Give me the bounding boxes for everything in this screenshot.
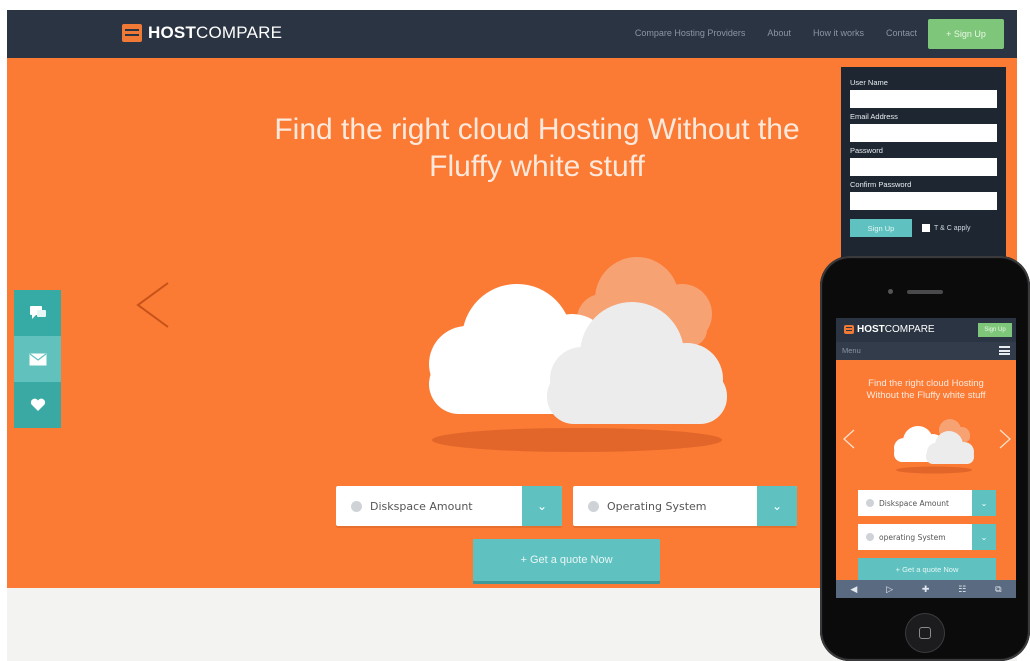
- mobile-navbar: HOSTCOMPARE Sign Up: [836, 318, 1016, 342]
- signup-actions: Sign Up T & C apply: [850, 219, 997, 237]
- mobile-diskspace-select[interactable]: Diskspace Amount ⌄: [858, 490, 996, 516]
- mobile-hero-title: Find the right cloud Hosting Without the…: [841, 378, 1011, 402]
- mobile-os-select[interactable]: operating System ⌄: [858, 524, 996, 550]
- home-square-icon: [919, 627, 931, 639]
- mail-icon: [29, 353, 46, 365]
- disk-icon: [351, 500, 362, 512]
- email-field[interactable]: [850, 124, 997, 142]
- nav-compare-hosting[interactable]: Compare Hosting Providers: [635, 28, 746, 38]
- mobile-screen: HOSTCOMPARE Sign Up Menu Find the right …: [836, 318, 1016, 598]
- signup-button[interactable]: + Sign Up: [928, 19, 1004, 49]
- mobile-hero-title-line-1: Find the right cloud Hosting: [868, 378, 984, 389]
- confirm-password-field[interactable]: [850, 192, 997, 210]
- brand-logo[interactable]: HOSTCOMPARE: [122, 23, 282, 43]
- mobile-os-label: operating System: [879, 532, 946, 542]
- hero-title-line-1: Find the right cloud Hosting Without the: [274, 113, 800, 146]
- diskspace-select-label: Diskspace Amount: [370, 499, 473, 513]
- mobile-hero-title-line-2: Without the Fluffy white stuff: [866, 390, 986, 401]
- chat-icon: [29, 306, 46, 319]
- terms-checkbox[interactable]: [922, 224, 930, 232]
- confirm-password-label: Confirm Password: [850, 180, 912, 189]
- social-mail[interactable]: [14, 336, 61, 382]
- password-label: Password: [850, 146, 883, 155]
- chevron-left-icon[interactable]: [842, 428, 856, 450]
- signup-dropdown: User Name Email Address Password Confirm…: [841, 67, 1006, 267]
- terms-label: T & C apply: [934, 224, 971, 232]
- tabs-icon[interactable]: ⧉: [995, 584, 1001, 595]
- get-quote-button[interactable]: + Get a quote Now: [473, 539, 660, 581]
- chevron-left-icon[interactable]: [132, 280, 172, 330]
- server-icon: [844, 325, 854, 334]
- brand-name: HOSTCOMPARE: [148, 23, 283, 42]
- social-favorite[interactable]: [14, 382, 61, 428]
- nav-links: Compare Hosting Providers About How it w…: [635, 28, 917, 38]
- password-field[interactable]: [850, 158, 997, 176]
- forward-icon[interactable]: ▷: [886, 584, 893, 595]
- bookmarks-icon[interactable]: ☷: [958, 584, 966, 595]
- email-label: Email Address: [850, 112, 898, 121]
- browser-toolbar: ◀ ▷ ✚ ☷ ⧉: [836, 580, 1016, 598]
- os-select[interactable]: Operating System ⌄: [573, 486, 797, 526]
- heart-icon: [30, 398, 45, 411]
- social-chat[interactable]: [14, 290, 61, 336]
- mobile-signup-button[interactable]: Sign Up: [978, 323, 1012, 337]
- cloud-illustration: [429, 257, 727, 452]
- nav-about[interactable]: About: [767, 28, 791, 38]
- add-icon[interactable]: ✚: [922, 584, 930, 595]
- username-field[interactable]: [850, 90, 997, 108]
- mobile-brand-logo[interactable]: HOSTCOMPARE: [844, 324, 935, 335]
- disk-icon: [866, 499, 874, 507]
- social-sidebar: [14, 290, 61, 428]
- chevron-down-icon[interactable]: ⌄: [972, 524, 996, 550]
- nav-how-it-works[interactable]: How it works: [813, 28, 864, 38]
- home-button[interactable]: [905, 613, 945, 653]
- phone-mockup: HOSTCOMPARE Sign Up Menu Find the right …: [820, 256, 1030, 661]
- hero-title-line-2: Fluffy white stuff: [429, 150, 645, 183]
- os-icon: [588, 500, 599, 512]
- top-navbar: HOSTCOMPARE Compare Hosting Providers Ab…: [7, 10, 1017, 58]
- server-icon: [122, 24, 142, 42]
- phone-camera: [888, 289, 893, 294]
- nav-contact[interactable]: Contact: [886, 28, 917, 38]
- mobile-menu-bar: Menu: [836, 342, 1016, 360]
- chevron-down-icon[interactable]: ⌄: [757, 486, 797, 526]
- signup-submit-button[interactable]: Sign Up: [850, 219, 912, 237]
- hamburger-icon[interactable]: [999, 346, 1010, 355]
- chevron-down-icon[interactable]: ⌄: [972, 490, 996, 516]
- mobile-brand-name: HOSTCOMPARE: [857, 324, 935, 335]
- hero-title: Find the right cloud Hosting Without the…: [237, 111, 837, 185]
- diskspace-select[interactable]: Diskspace Amount ⌄: [336, 486, 562, 526]
- phone-speaker: [907, 290, 943, 294]
- os-select-label: Operating System: [607, 499, 707, 513]
- chevron-right-icon[interactable]: [998, 428, 1012, 450]
- mobile-cloud-illustration: [894, 419, 974, 474]
- mobile-get-quote-button[interactable]: + Get a quote Now: [858, 558, 996, 580]
- chevron-down-icon[interactable]: ⌄: [522, 486, 562, 526]
- mobile-diskspace-label: Diskspace Amount: [879, 498, 949, 508]
- username-label: User Name: [850, 78, 888, 87]
- back-icon[interactable]: ◀: [850, 584, 857, 595]
- screenshot-stage: HOSTCOMPARE Compare Hosting Providers Ab…: [0, 0, 1030, 661]
- mobile-menu-label: Menu: [842, 346, 861, 355]
- os-icon: [866, 533, 874, 541]
